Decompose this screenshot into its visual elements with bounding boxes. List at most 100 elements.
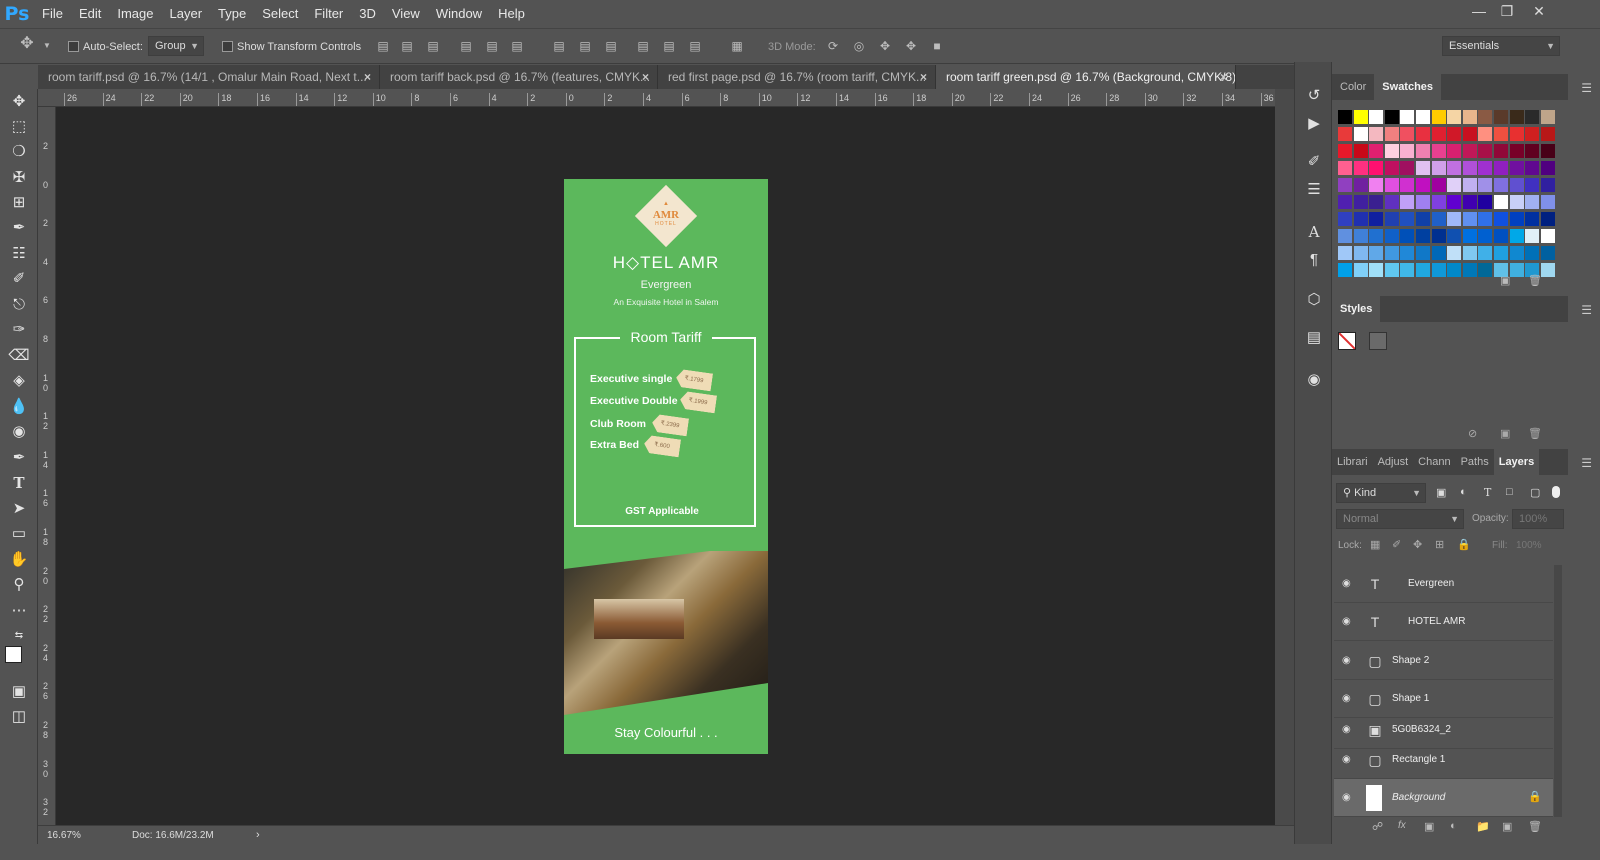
delete-swatch-icon[interactable]: 🗑 [1528, 274, 1542, 287]
color-swatch[interactable] [1447, 212, 1462, 226]
color-swatch[interactable] [1369, 263, 1384, 277]
distribute-vcenter-icon[interactable]: ▤ [578, 39, 592, 53]
color-swatch[interactable] [1353, 127, 1368, 141]
menu-type[interactable]: Type [210, 0, 254, 28]
color-swatch[interactable] [1509, 110, 1524, 124]
color-swatch[interactable] [1400, 144, 1415, 158]
align-right-icon[interactable]: ▤ [510, 39, 524, 53]
color-swatch[interactable] [1540, 110, 1555, 124]
color-swatch[interactable] [1509, 144, 1524, 158]
eraser-tool-icon[interactable]: ⌫ [7, 345, 31, 367]
close-window-button[interactable]: ✕ [1524, 0, 1554, 22]
color-swatch[interactable] [1509, 195, 1524, 209]
color-swatch[interactable] [1369, 229, 1384, 243]
color-swatch[interactable] [1447, 263, 1462, 277]
layer-row[interactable]: ◉ T HOTEL AMR [1334, 603, 1553, 641]
color-swatch[interactable] [1384, 246, 1399, 260]
color-swatch[interactable] [1540, 178, 1555, 192]
menu-3d[interactable]: 3D [351, 0, 384, 28]
lock-image-icon[interactable]: ✐ [1392, 538, 1401, 551]
close-tab-icon[interactable]: × [364, 65, 371, 89]
color-swatch[interactable] [1400, 229, 1415, 243]
color-swatch[interactable] [1384, 127, 1399, 141]
color-swatch[interactable] [1384, 144, 1399, 158]
color-swatch[interactable] [1540, 263, 1555, 277]
lasso-tool-icon[interactable]: ❍ [7, 141, 31, 163]
color-swatch[interactable] [1494, 144, 1508, 158]
distribute-hcenter-icon[interactable]: ▤ [662, 39, 676, 53]
color-swatch[interactable] [1400, 178, 1415, 192]
menu-filter[interactable]: Filter [306, 0, 351, 28]
history-icon[interactable]: ↺ [1302, 84, 1326, 108]
color-swatch[interactable] [1525, 161, 1540, 175]
color-swatch[interactable] [1416, 212, 1430, 226]
lock-transparent-icon[interactable]: ▦ [1370, 538, 1380, 551]
color-swatch[interactable] [1338, 263, 1352, 277]
color-swatch[interactable] [1478, 212, 1493, 226]
color-swatch[interactable] [1478, 229, 1493, 243]
swap-colors-icon[interactable]: ⇆ [7, 625, 31, 647]
layer-kind-filter[interactable]: ⚲ Kind ▼ [1336, 483, 1426, 503]
new-layer-icon[interactable]: ▣ [1502, 820, 1512, 833]
tab-swatches[interactable]: Swatches [1374, 74, 1442, 100]
color-swatch[interactable] [1478, 263, 1493, 277]
distribute-bottom-icon[interactable]: ▤ [604, 39, 618, 53]
3d-slide-icon[interactable]: ✥ [904, 39, 918, 53]
color-swatch[interactable] [1478, 178, 1493, 192]
menu-image[interactable]: Image [109, 0, 161, 28]
color-swatch[interactable] [1384, 110, 1399, 124]
3d-scale-icon[interactable]: ■ [930, 39, 944, 53]
color-swatch[interactable] [1431, 161, 1446, 175]
color-swatch[interactable] [1525, 144, 1540, 158]
color-swatch[interactable] [1338, 110, 1352, 124]
color-swatch[interactable] [1540, 144, 1555, 158]
color-swatch[interactable] [1369, 178, 1384, 192]
color-swatch[interactable] [1369, 144, 1384, 158]
color-swatch[interactable] [1338, 161, 1352, 175]
color-swatch[interactable] [1525, 110, 1540, 124]
minimize-button[interactable]: — [1464, 0, 1494, 22]
menu-help[interactable]: Help [490, 0, 533, 28]
color-swatch[interactable] [1369, 127, 1384, 141]
clear-style-icon[interactable]: ⊘ [1468, 427, 1477, 440]
3d-roll-icon[interactable]: ◎ [852, 39, 866, 53]
more-tools-icon[interactable]: ⋯ [7, 600, 31, 622]
filter-shape-icon[interactable]: □ [1506, 486, 1513, 498]
menu-window[interactable]: Window [428, 0, 490, 28]
color-swatch[interactable] [1416, 127, 1430, 141]
color-swatch[interactable] [1369, 110, 1384, 124]
document-artwork[interactable]: ▲ AMR HOTEL H◇TEL AMR Evergreen An Exqui… [564, 179, 768, 754]
color-swatch[interactable] [1494, 229, 1508, 243]
color-swatch[interactable] [1447, 195, 1462, 209]
filter-type-icon[interactable]: T [1484, 486, 1491, 499]
color-swatch[interactable] [1338, 212, 1352, 226]
color-swatch[interactable] [1447, 144, 1462, 158]
color-swatch[interactable] [1431, 144, 1446, 158]
visibility-eye-icon[interactable]: ◉ [1342, 655, 1356, 666]
lock-all-icon[interactable]: 🔒 [1457, 538, 1471, 551]
layers-scrollbar[interactable] [1554, 565, 1562, 817]
color-swatch[interactable] [1540, 246, 1555, 260]
zoom-tool-icon[interactable]: ⚲ [7, 574, 31, 596]
brush-settings-icon[interactable]: ✐ [1302, 150, 1326, 174]
pen-tool-icon[interactable]: ✒ [7, 447, 31, 469]
filter-smart-object-icon[interactable]: ▢ [1530, 486, 1540, 499]
color-swatch[interactable] [1384, 212, 1399, 226]
color-swatch[interactable] [1494, 212, 1508, 226]
delete-style-icon[interactable]: 🗑 [1528, 427, 1542, 440]
menu-layer[interactable]: Layer [162, 0, 211, 28]
filter-adjustment-icon[interactable]: ◐ [1460, 486, 1467, 498]
color-swatch[interactable] [1509, 246, 1524, 260]
zoom-level[interactable]: 16.67% [47, 830, 81, 841]
visibility-eye-icon[interactable]: ◉ [1342, 754, 1356, 765]
visibility-eye-icon[interactable]: ◉ [1342, 616, 1356, 627]
color-swatch[interactable] [1478, 127, 1493, 141]
color-swatch[interactable] [1462, 110, 1477, 124]
color-swatch[interactable] [1369, 246, 1384, 260]
color-swatch[interactable] [1509, 212, 1524, 226]
new-group-icon[interactable]: 📁 [1476, 820, 1490, 833]
color-swatch[interactable] [1338, 195, 1352, 209]
color-swatch[interactable] [1384, 195, 1399, 209]
color-swatch[interactable] [1400, 246, 1415, 260]
tool-preset-dropdown-icon[interactable]: ▼ [40, 39, 54, 53]
